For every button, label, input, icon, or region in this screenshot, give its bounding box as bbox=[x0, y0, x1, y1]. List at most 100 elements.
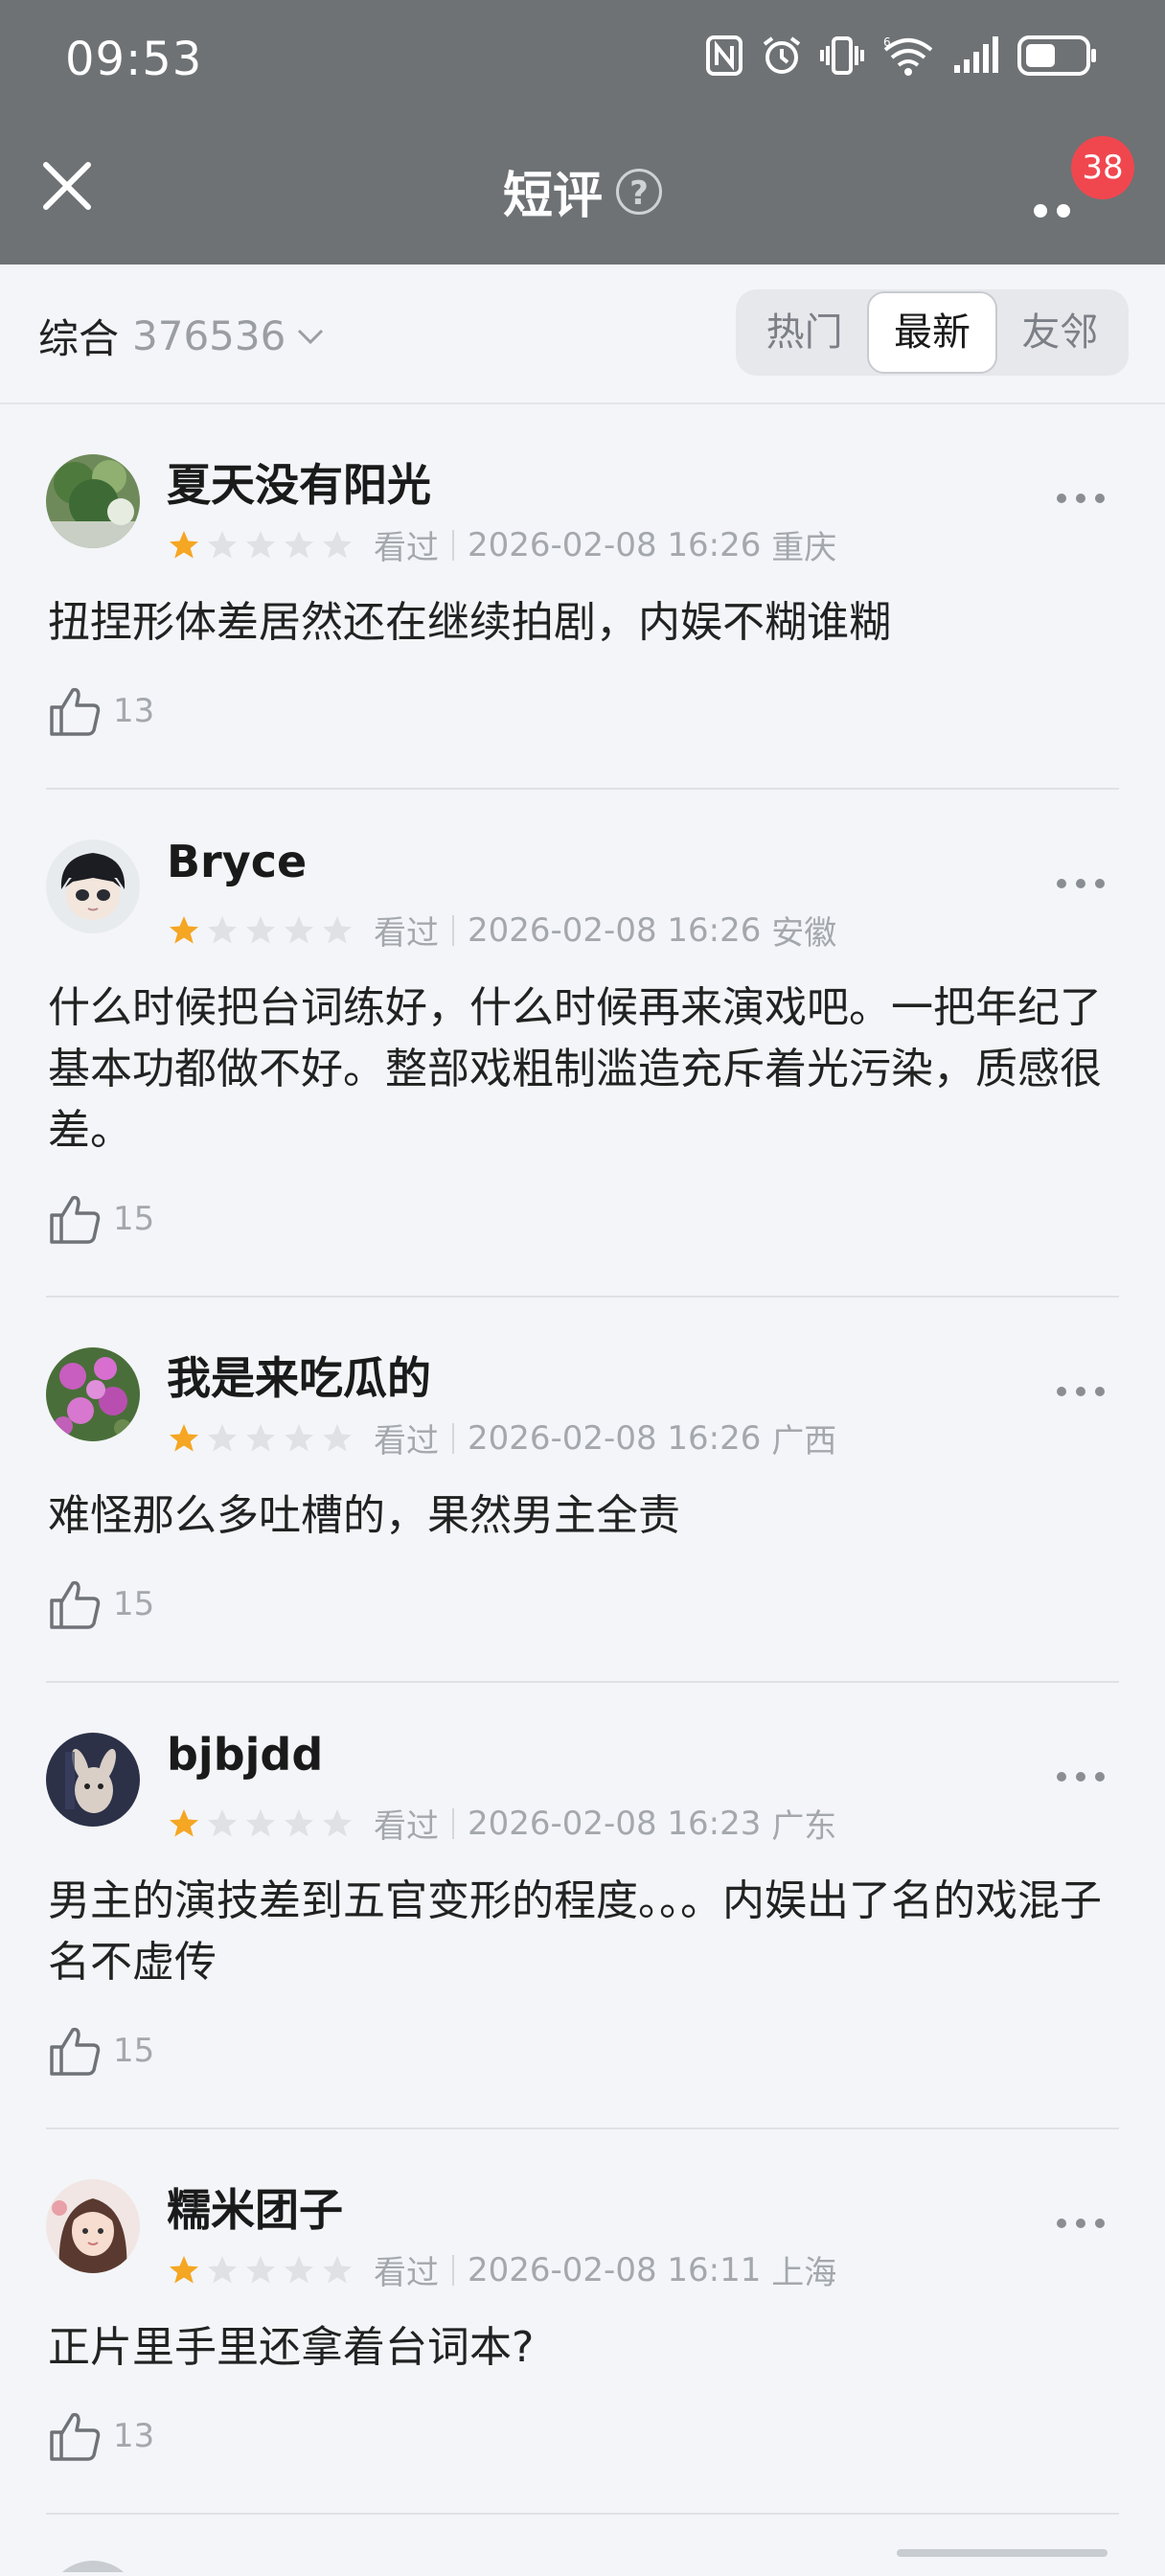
reviewer-name[interactable]: Bryce bbox=[167, 836, 307, 887]
review-location: 上海 bbox=[771, 2254, 837, 2292]
like-button[interactable]: 15 bbox=[46, 2022, 154, 2080]
review-datetime: 2026-02-08 16:23 bbox=[468, 1804, 762, 1843]
like-count: 15 bbox=[113, 2032, 155, 2070]
star-empty-icon bbox=[285, 1808, 313, 1836]
star-empty-icon bbox=[323, 2255, 352, 2283]
review-item[interactable]: bjbjdd 看过 2026-02-08 16:23 广东 男主的演技差到五官变… bbox=[0, 1683, 1165, 2129]
watch-status: 看过 bbox=[374, 1807, 439, 1846]
avatar[interactable] bbox=[46, 1347, 140, 1441]
reviewer-name[interactable]: 我是来吃瓜的 bbox=[167, 1344, 431, 1407]
star-empty-icon bbox=[208, 915, 237, 943]
review-item-partial[interactable] bbox=[0, 2515, 1165, 2572]
review-datetime: 2026-02-08 16:26 bbox=[468, 910, 762, 950]
thumbs-up-icon bbox=[50, 2027, 101, 2076]
nav-bar: 短评 ? 38 bbox=[0, 136, 1165, 240]
sort-tabs: 热门 最新 友邻 bbox=[736, 289, 1129, 376]
nfc-icon bbox=[706, 35, 742, 76]
like-count: 13 bbox=[113, 692, 155, 730]
thumbs-up-icon bbox=[50, 1580, 101, 1629]
star-empty-icon bbox=[208, 2255, 237, 2283]
review-content: 扭捏形体差居然还在继续拍剧，内娱不糊谁糊 bbox=[48, 598, 891, 647]
meta-divider bbox=[452, 2254, 454, 2286]
home-indicator bbox=[897, 2549, 1108, 2557]
avatar[interactable] bbox=[46, 2179, 140, 2273]
rating-stars bbox=[167, 1421, 354, 1456]
watch-status: 看过 bbox=[374, 914, 439, 953]
star-empty-icon bbox=[285, 1423, 313, 1451]
review-meta: 看过 2026-02-08 16:26 重庆 bbox=[167, 521, 836, 568]
tab-hot[interactable]: 热门 bbox=[742, 291, 867, 374]
meta-divider bbox=[452, 1807, 454, 1839]
watch-status: 看过 bbox=[374, 2254, 439, 2292]
star-empty-icon bbox=[208, 1423, 237, 1451]
tab-friends[interactable]: 友邻 bbox=[997, 291, 1123, 374]
star-empty-icon bbox=[246, 530, 275, 558]
review-item[interactable]: 糯米团子 看过 2026-02-08 16:11 上海 正片里手里还拿着台词本?… bbox=[0, 2129, 1165, 2515]
avatar[interactable] bbox=[46, 2561, 140, 2572]
star-empty-icon bbox=[246, 2255, 275, 2283]
meta-divider bbox=[452, 914, 454, 946]
like-count: 15 bbox=[113, 1200, 155, 1238]
review-item[interactable]: 夏天没有阳光 看过 2026-02-08 16:26 重庆 扭捏形体差居然还在继… bbox=[0, 404, 1165, 790]
avatar[interactable] bbox=[46, 454, 140, 548]
like-count: 15 bbox=[113, 1585, 155, 1623]
status-bar: 09:53 6 bbox=[0, 0, 1165, 125]
filter-bar: 综合 376536 热门 最新 友邻 bbox=[0, 264, 1165, 404]
meta-divider bbox=[452, 529, 454, 561]
tab-latest[interactable]: 最新 bbox=[867, 291, 997, 374]
vibrate-icon bbox=[820, 36, 864, 75]
reviewer-name[interactable]: bjbjdd bbox=[167, 1729, 323, 1781]
like-count: 13 bbox=[113, 2417, 155, 2455]
star-filled-icon bbox=[170, 915, 198, 943]
rating-stars bbox=[167, 2253, 354, 2288]
star-empty-icon bbox=[285, 530, 313, 558]
more-options-icon[interactable] bbox=[1054, 874, 1108, 893]
star-empty-icon bbox=[246, 1808, 275, 1836]
review-meta: 看过 2026-02-08 16:23 广东 bbox=[167, 1800, 836, 1847]
review-location: 重庆 bbox=[771, 529, 837, 567]
avatar[interactable] bbox=[46, 1733, 140, 1827]
more-options-icon[interactable] bbox=[1054, 489, 1108, 508]
status-time: 09:53 bbox=[65, 33, 203, 86]
star-empty-icon bbox=[208, 530, 237, 558]
like-button[interactable]: 13 bbox=[46, 2407, 154, 2465]
like-button[interactable]: 15 bbox=[46, 1576, 154, 1633]
watch-status: 看过 bbox=[374, 529, 439, 567]
more-options-icon[interactable] bbox=[1054, 1767, 1108, 1786]
review-meta: 看过 2026-02-08 16:26 广西 bbox=[167, 1414, 836, 1461]
review-location: 安徽 bbox=[771, 914, 837, 953]
sort-label: 综合 bbox=[38, 315, 120, 362]
sort-dropdown[interactable]: 综合 376536 bbox=[38, 307, 326, 365]
status-icons: 6 bbox=[705, 34, 1098, 77]
reviewer-name[interactable]: 糯米团子 bbox=[167, 2175, 343, 2239]
help-icon[interactable]: ? bbox=[616, 168, 662, 215]
star-empty-icon bbox=[323, 530, 352, 558]
review-location: 广东 bbox=[771, 1807, 837, 1846]
star-empty-icon bbox=[246, 1423, 275, 1451]
rating-stars bbox=[167, 1806, 354, 1841]
review-item[interactable]: Bryce 看过 2026-02-08 16:26 安徽 什么时候把台词练好，什… bbox=[0, 790, 1165, 1298]
star-filled-icon bbox=[170, 2255, 198, 2283]
thumbs-up-icon bbox=[50, 687, 101, 736]
reviewer-name[interactable]: 夏天没有阳光 bbox=[167, 450, 431, 514]
more-options-icon[interactable] bbox=[1054, 2214, 1108, 2233]
star-empty-icon bbox=[323, 1808, 352, 1836]
star-empty-icon bbox=[246, 915, 275, 943]
star-empty-icon bbox=[323, 915, 352, 943]
review-datetime: 2026-02-08 16:26 bbox=[468, 1418, 762, 1458]
like-button[interactable]: 15 bbox=[46, 1190, 154, 1248]
star-empty-icon bbox=[323, 1423, 352, 1451]
review-datetime: 2026-02-08 16:11 bbox=[468, 2250, 762, 2289]
review-content: 难怪那么多吐槽的，果然男主全责 bbox=[48, 1491, 680, 1540]
star-filled-icon bbox=[170, 1423, 198, 1451]
review-item[interactable]: 我是来吃瓜的 看过 2026-02-08 16:26 广西 难怪那么多吐槽的，果… bbox=[0, 1298, 1165, 1683]
avatar[interactable] bbox=[46, 840, 140, 933]
like-button[interactable]: 13 bbox=[46, 682, 154, 740]
review-list: 夏天没有阳光 看过 2026-02-08 16:26 重庆 扭捏形体差居然还在继… bbox=[0, 404, 1165, 2572]
svg-text:6: 6 bbox=[883, 35, 891, 49]
review-meta: 看过 2026-02-08 16:11 上海 bbox=[167, 2246, 836, 2293]
more-options-icon[interactable] bbox=[1054, 1382, 1108, 1401]
thumbs-up-icon bbox=[50, 1195, 101, 1244]
total-count: 376536 bbox=[132, 312, 286, 359]
rating-stars bbox=[167, 528, 354, 563]
